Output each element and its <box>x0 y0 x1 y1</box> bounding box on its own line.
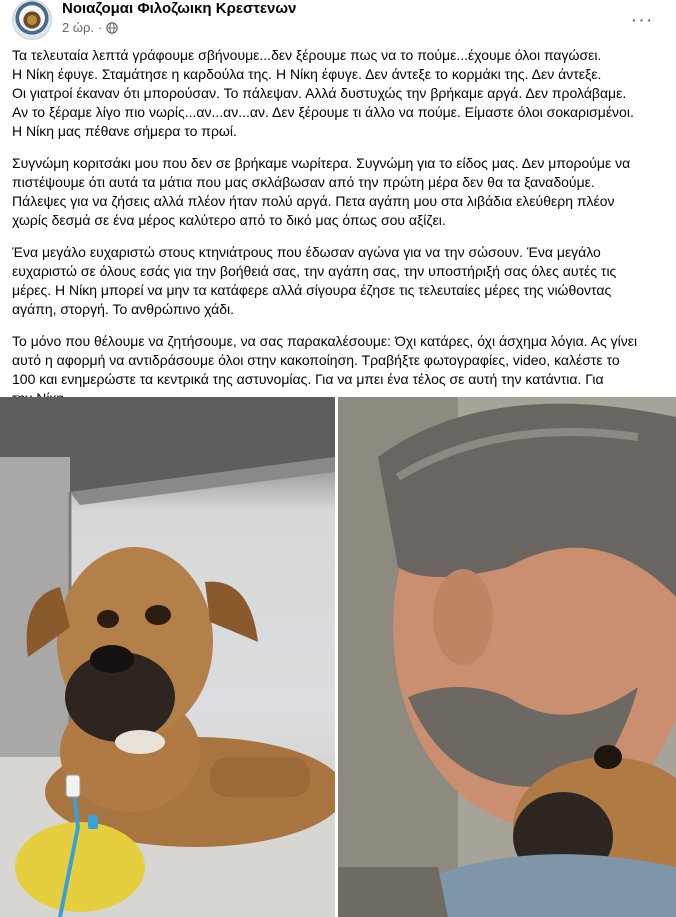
post-timestamp[interactable]: 2 ώρ. <box>62 20 94 35</box>
dog-clinic-illustration <box>0 397 335 917</box>
post-photos <box>0 397 676 917</box>
man-and-dog-illustration <box>338 397 676 917</box>
post-meta: 2 ώρ. · <box>62 20 119 35</box>
post-paragraph: Συγνώμη κοριτσάκι μου που δεν σε βρήκαμε… <box>12 155 631 228</box>
page-avatar[interactable] <box>12 0 52 40</box>
photo-man-kissing-dog[interactable] <box>338 397 676 917</box>
photo-dog-in-clinic[interactable] <box>0 397 335 917</box>
post-paragraph: Τα τελευταία λεπτά γράφουμε σβήνουμε...δ… <box>12 47 634 139</box>
post-body: Τα τελευταία λεπτά γράφουμε σβήνουμε...δ… <box>12 46 664 421</box>
more-options-button[interactable]: ··· <box>630 8 654 32</box>
post-header: Νοιαζομαι Φιλοζωικη Κρεστενων 2 ώρ. · ··… <box>0 0 676 40</box>
meta-separator: · <box>98 20 103 35</box>
avatar-logo <box>22 10 42 30</box>
post-paragraph: Ένα μεγάλο ευχαριστώ στους κτηνιάτρους π… <box>12 244 617 317</box>
page-name-link[interactable]: Νοιαζομαι Φιλοζωικη Κρεστενων <box>62 0 296 17</box>
globe-icon[interactable] <box>106 21 119 34</box>
